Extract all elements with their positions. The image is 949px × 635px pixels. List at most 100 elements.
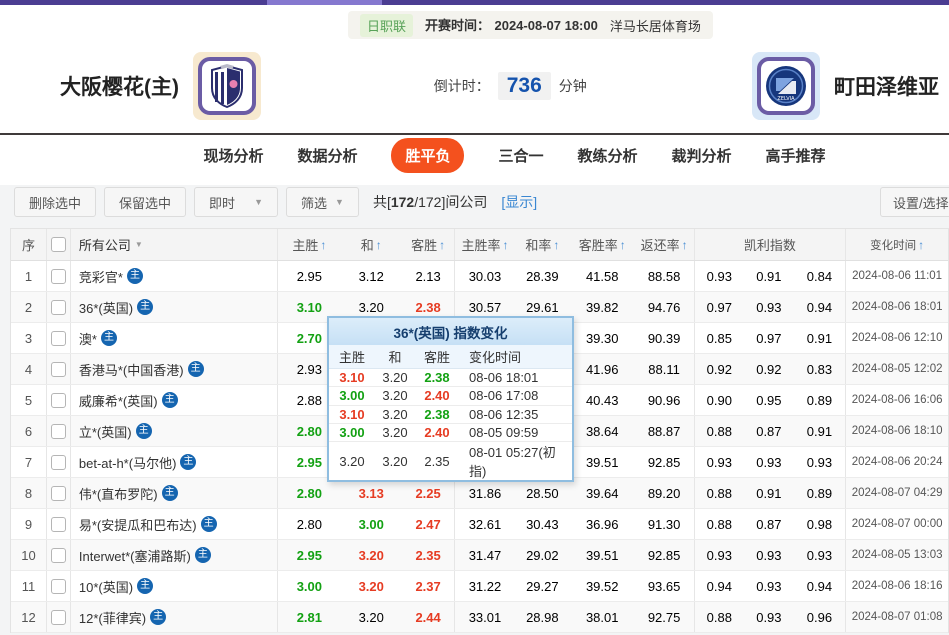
- away-rate-cell: 39.64: [570, 478, 635, 508]
- company-cell[interactable]: 伟*(直布罗陀) 主: [71, 478, 279, 508]
- home-rate-cell: 31.86: [455, 478, 515, 508]
- company-cell[interactable]: 竞彩官* 主: [71, 261, 279, 291]
- home-badge-icon: 主: [188, 361, 204, 377]
- header-home-odds[interactable]: 主胜↑: [278, 229, 340, 260]
- row-checkbox-cell[interactable]: [47, 416, 71, 446]
- company-cell[interactable]: 澳* 主: [71, 323, 279, 353]
- company-cell[interactable]: 威廉希*(英国) 主: [71, 385, 279, 415]
- checkbox-icon[interactable]: [51, 579, 66, 594]
- change-time-cell: 2024-08-07 00:00: [846, 509, 948, 539]
- kelly-home: 0.93: [695, 269, 745, 284]
- header-away-rate[interactable]: 客胜率↑: [570, 229, 635, 260]
- nav-tab[interactable]: 高手推荐: [766, 145, 826, 166]
- table-row[interactable]: 10 Interwet*(塞浦路斯) 主 2.95 3.20 2.35 31.4…: [11, 540, 948, 571]
- company-cell[interactable]: 10*(英国) 主: [71, 571, 279, 601]
- settings-button[interactable]: 设置/选择: [880, 187, 949, 217]
- header-draw-odds[interactable]: 和↑: [340, 229, 402, 260]
- keep-selected-button[interactable]: 保留选中: [104, 187, 186, 217]
- row-checkbox-cell[interactable]: [47, 354, 71, 384]
- checkbox-icon[interactable]: [51, 610, 66, 625]
- kelly-cell: 0.88 0.87 0.98: [695, 509, 847, 539]
- header-away-odds[interactable]: 客胜↑: [402, 229, 455, 260]
- nav-tab[interactable]: 数据分析: [297, 145, 357, 166]
- away-rate-cell: 40.43: [570, 385, 635, 415]
- nav-tab[interactable]: 胜平负: [391, 138, 464, 173]
- return-rate-cell: 92.85: [635, 447, 695, 477]
- row-checkbox-cell[interactable]: [47, 540, 71, 570]
- company-cell[interactable]: bet-at-h*(马尔他) 主: [71, 447, 279, 477]
- away-team-logo: ZELVIA: [752, 52, 820, 120]
- row-checkbox-cell[interactable]: [47, 323, 71, 353]
- kelly-home: 0.93: [695, 455, 745, 470]
- header-home-rate[interactable]: 主胜率↑: [455, 229, 515, 260]
- nav-tab[interactable]: 三合一: [498, 145, 543, 166]
- live-odds-dropdown[interactable]: 即时 ▼: [194, 187, 278, 217]
- row-checkbox-cell[interactable]: [47, 571, 71, 601]
- checkbox-icon[interactable]: [51, 517, 66, 532]
- row-checkbox-cell[interactable]: [47, 385, 71, 415]
- popup-title: 36*(英国) 指数变化: [329, 318, 572, 345]
- row-checkbox-cell[interactable]: [47, 447, 71, 477]
- row-checkbox-cell[interactable]: [47, 261, 71, 291]
- company-cell[interactable]: 36*(英国) 主: [71, 292, 279, 322]
- company-cell[interactable]: Interwet*(塞浦路斯) 主: [71, 540, 279, 570]
- popup-home-odds: 3.20: [329, 454, 375, 469]
- select-all-checkbox[interactable]: [47, 229, 71, 260]
- row-checkbox-cell[interactable]: [47, 292, 71, 322]
- draw-rate-cell: 28.50: [515, 478, 570, 508]
- show-link[interactable]: [显示]: [501, 192, 537, 212]
- return-rate-cell: 94.76: [635, 292, 695, 322]
- match-info-strip: 日职联 开赛时间： 2024-08-07 18:00 洋马长居体育场: [348, 11, 713, 39]
- countdown-value: 736: [498, 72, 551, 100]
- row-checkbox-cell[interactable]: [47, 478, 71, 508]
- kelly-away: 0.98: [794, 517, 846, 532]
- checkbox-icon[interactable]: [51, 237, 66, 252]
- popup-away-odds: 2.38: [415, 370, 459, 385]
- header-company[interactable]: 所有公司▼: [71, 229, 279, 260]
- table-row[interactable]: 9 易*(安提瓜和巴布达) 主 2.80 3.00 2.47 32.61 30.…: [11, 509, 948, 540]
- checkbox-icon[interactable]: [51, 548, 66, 563]
- checkbox-icon[interactable]: [51, 300, 66, 315]
- home-team-logo: [193, 52, 261, 120]
- header-return-rate[interactable]: 返还率↑: [635, 229, 695, 260]
- company-cell[interactable]: 香港马*(中国香港) 主: [71, 354, 279, 384]
- draw-odds-cell: 3.12: [340, 261, 402, 291]
- top-progress-segment: [267, 0, 382, 5]
- nav-tab[interactable]: 教练分析: [578, 145, 638, 166]
- checkbox-icon[interactable]: [51, 424, 66, 439]
- row-number: 8: [11, 478, 47, 508]
- popup-change-time: 08-06 12:35: [459, 407, 572, 422]
- checkbox-icon[interactable]: [51, 362, 66, 377]
- return-rate-cell: 92.75: [635, 602, 695, 632]
- kelly-cell: 0.92 0.92 0.83: [695, 354, 847, 384]
- nav-tab[interactable]: 裁判分析: [672, 145, 732, 166]
- draw-rate-cell: 30.43: [515, 509, 570, 539]
- row-number: 9: [11, 509, 47, 539]
- kelly-cell: 0.97 0.93 0.94: [695, 292, 847, 322]
- popup-change-time: 08-05 09:59: [459, 425, 572, 440]
- checkbox-icon[interactable]: [51, 269, 66, 284]
- nav-tab[interactable]: 现场分析: [203, 145, 263, 166]
- checkbox-icon[interactable]: [51, 455, 66, 470]
- company-cell[interactable]: 立*(英国) 主: [71, 416, 279, 446]
- popup-home-odds: 3.00: [329, 388, 375, 403]
- company-name: 12*(菲律宾): [79, 608, 146, 627]
- header-draw-rate[interactable]: 和率↑: [515, 229, 570, 260]
- table-row[interactable]: 12 12*(菲律宾) 主 2.81 3.20 2.44 33.01 28.98…: [11, 602, 948, 633]
- table-row[interactable]: 1 竞彩官* 主 2.95 3.12 2.13 30.03 28.39 41.5…: [11, 261, 948, 292]
- row-checkbox-cell[interactable]: [47, 602, 71, 632]
- checkbox-icon[interactable]: [51, 486, 66, 501]
- header-change-time[interactable]: 变化时间↑: [846, 229, 948, 260]
- kelly-away: 0.84: [794, 269, 846, 284]
- checkbox-icon[interactable]: [51, 331, 66, 346]
- checkbox-icon[interactable]: [51, 393, 66, 408]
- company-cell[interactable]: 12*(菲律宾) 主: [71, 602, 279, 632]
- kelly-draw: 0.93: [744, 579, 794, 594]
- away-rate-cell: 39.82: [570, 292, 635, 322]
- company-cell[interactable]: 易*(安提瓜和巴布达) 主: [71, 509, 279, 539]
- delete-selected-button[interactable]: 删除选中: [14, 187, 96, 217]
- table-row[interactable]: 8 伟*(直布罗陀) 主 2.80 3.13 2.25 31.86 28.50 …: [11, 478, 948, 509]
- table-row[interactable]: 11 10*(英国) 主 3.00 3.20 2.37 31.22 29.27 …: [11, 571, 948, 602]
- row-checkbox-cell[interactable]: [47, 509, 71, 539]
- filter-dropdown[interactable]: 筛选 ▼: [286, 187, 359, 217]
